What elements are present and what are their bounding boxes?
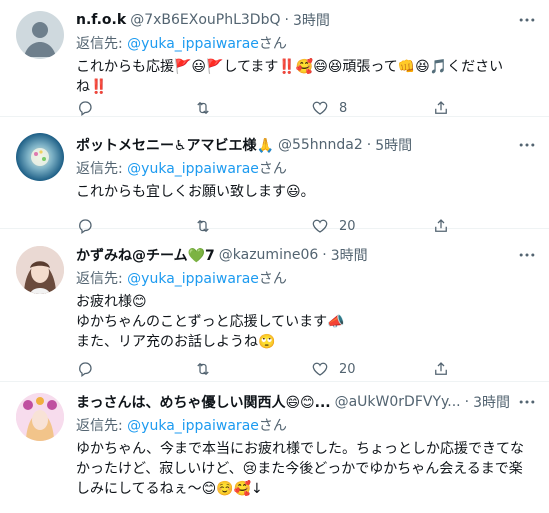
like-button[interactable]: 8 (311, 99, 347, 117)
more-dots-icon[interactable] (517, 392, 537, 412)
tweet-header: かずみね@チーム💚7 @kazumine06 · 3時間 (76, 245, 533, 265)
reply-button[interactable] (76, 99, 104, 117)
timestamp[interactable]: 3時間 (331, 245, 368, 265)
heart-icon (312, 362, 328, 376)
share-icon (435, 101, 447, 114)
separator-dot: · (322, 247, 327, 263)
like-count: 20 (339, 361, 356, 377)
tweet-text: ゆかちゃん、今まで本当にお疲れ様でした。ちょっとしか応援できてなかったけど、寂し… (76, 441, 524, 497)
user-handle[interactable]: @7xB6EXouPhL3DbQ (130, 12, 280, 28)
reply-prefix: 返信先: (76, 271, 128, 287)
avatar-photo[interactable] (16, 246, 64, 294)
retweet-icon (197, 362, 209, 376)
reply-suffix: さん (258, 418, 287, 434)
tweet-text: これからも宜しくお願い致します😃。 (76, 184, 315, 200)
share-button[interactable] (432, 99, 450, 117)
user-handle[interactable]: @aUkW0rDFVYy... (335, 394, 461, 410)
avatar-default[interactable] (16, 11, 64, 59)
mention-link[interactable]: @yuka_ippaiwarae (127, 271, 259, 287)
tweet-4[interactable]: まっさんは、めちゃ優しい関西人😄😊... @aUkW0rDFVYy... · 3… (0, 382, 549, 513)
reply-suffix: さん (258, 271, 287, 287)
retweet-button[interactable] (194, 99, 222, 117)
mention-link[interactable]: @yuka_ippaiwarae (127, 36, 259, 52)
like-button[interactable]: 20 (311, 360, 356, 378)
timestamp[interactable]: 3時間 (473, 392, 510, 412)
reply-prefix: 返信先: (76, 418, 128, 434)
reply-context: 返信先: @yuka_ippaiwaraeさん (76, 158, 533, 178)
timestamp[interactable]: 5時間 (375, 135, 412, 155)
separator-dot: · (464, 394, 470, 410)
reply-icon (79, 101, 92, 117)
tweet-1[interactable]: n.f.o.k @7xB6EXouPhL3DbQ · 3時間 返信先: @yuk… (0, 0, 549, 117)
user-handle[interactable]: @kazumine06 (219, 247, 319, 263)
separator-dot: · (284, 12, 289, 28)
share-icon (435, 362, 447, 375)
timestamp[interactable]: 3時間 (293, 10, 330, 30)
reply-context: 返信先: @yuka_ippaiwaraeさん (76, 268, 533, 288)
reply-context: 返信先: @yuka_ippaiwaraeさん (76, 33, 533, 53)
tweet-header: まっさんは、めちゃ優しい関西人😄😊... @aUkW0rDFVYy... · 3… (76, 392, 533, 412)
reply-suffix: さん (258, 161, 287, 177)
display-name[interactable]: まっさんは、めちゃ優しい関西人😄😊... (76, 392, 331, 412)
reply-button[interactable] (76, 360, 104, 378)
tweet-text: これからも応援🚩😃🚩してます‼️🥰😄😆頑張って👊😆🎵くださいね‼️ (76, 59, 504, 95)
display-name[interactable]: かずみね@チーム💚7 (76, 245, 215, 265)
separator-dot: · (366, 137, 372, 153)
more-dots-icon[interactable] (517, 245, 537, 265)
user-handle[interactable]: @55hnnda2 (278, 137, 363, 153)
like-count: 8 (339, 100, 348, 116)
reply-prefix: 返信先: (76, 36, 128, 52)
heart-icon (312, 101, 328, 115)
tweet-text: お疲れ様😊 ゆかちゃんのことずっと応援しています📣 また、リア充のお話しようね🙄 (76, 294, 345, 350)
mention-link[interactable]: @yuka_ippaiwarae (127, 418, 259, 434)
retweet-button[interactable] (194, 360, 222, 378)
display-name[interactable]: ポットメセニー♿アマビエ様🙏 (76, 135, 274, 155)
tweet-3[interactable]: かずみね@チーム💚7 @kazumine06 · 3時間 返信先: @yuka_… (0, 229, 549, 382)
mention-link[interactable]: @yuka_ippaiwarae (127, 161, 259, 177)
avatar-decorated-photo[interactable] (16, 393, 64, 441)
retweet-icon (197, 101, 209, 115)
display-name[interactable]: n.f.o.k (76, 12, 126, 28)
more-dots-icon[interactable] (517, 135, 537, 155)
tweet-2[interactable]: ポットメセニー♿アマビエ様🙏 @55hnnda2 · 5時間 返信先: @yuk… (0, 117, 549, 235)
share-button[interactable] (432, 360, 450, 378)
reply-context: 返信先: @yuka_ippaiwaraeさん (76, 415, 533, 435)
reply-icon (79, 362, 92, 378)
tweet-header: n.f.o.k @7xB6EXouPhL3DbQ · 3時間 (76, 10, 533, 30)
tweet-header: ポットメセニー♿アマビエ様🙏 @55hnnda2 · 5時間 (76, 135, 533, 155)
avatar-jellyfish[interactable] (16, 133, 64, 181)
reply-suffix: さん (258, 36, 287, 52)
more-dots-icon[interactable] (517, 10, 537, 30)
reply-prefix: 返信先: (76, 161, 128, 177)
